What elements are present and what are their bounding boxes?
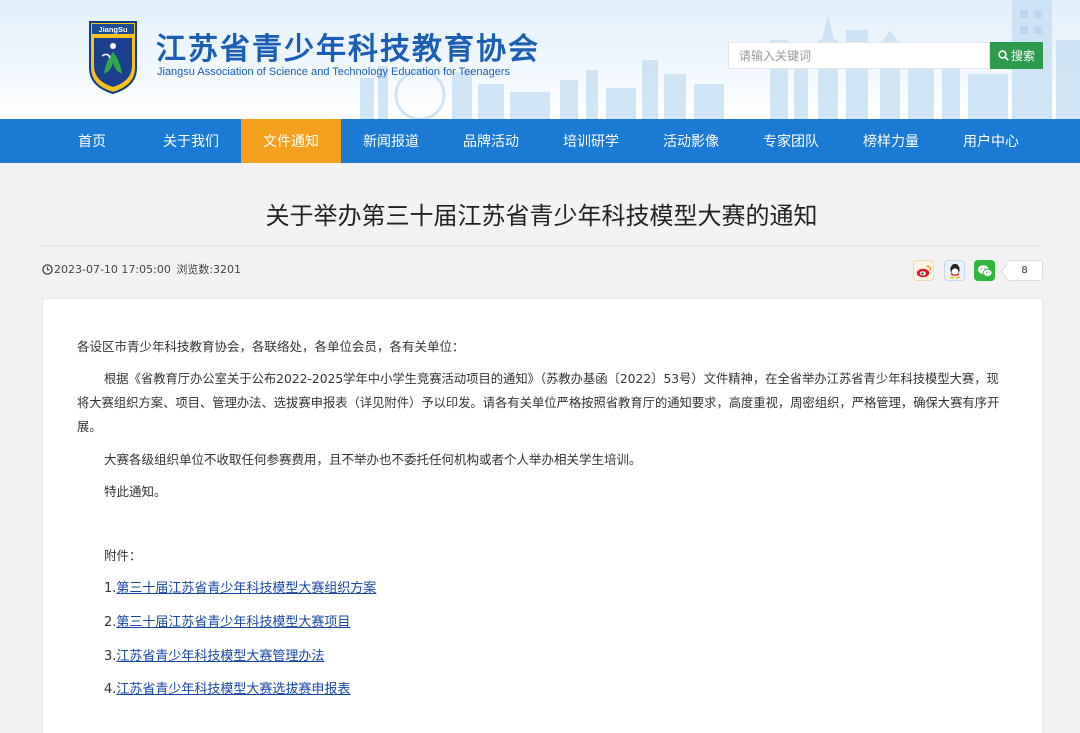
article-notice-paragraph: 大赛各级组织单位不收取任何参赛费用，且不举办也不委托任何机构或者个人举办相关学生…	[104, 452, 642, 467]
attachment-number: 2.	[104, 615, 117, 630]
nav-item-label: 榜样力量	[863, 134, 919, 150]
article-meta: 2023-07-10 17:05:00 浏览数:3201	[42, 261, 241, 277]
nav-item-about[interactable]: 关于我们	[141, 119, 241, 163]
nav-item-experts[interactable]: 专家团队	[741, 119, 841, 163]
publish-date: 2023-07-10 17:05:00	[54, 262, 171, 276]
attachment-item: 4.江苏省青少年科技模型大赛选拔赛申报表	[104, 678, 350, 702]
search-icon	[998, 50, 1009, 61]
title-divider	[40, 245, 1043, 246]
site-subtitle: Jiangsu Association of Science and Techn…	[157, 66, 511, 78]
attachment-link-application-form[interactable]: 江苏省青少年科技模型大赛选拔赛申报表	[116, 682, 350, 697]
attachment-link-competition-items[interactable]: 第三十届江苏省青少年科技模型大赛项目	[116, 615, 350, 630]
attachment-number: 4.	[104, 682, 117, 697]
nav-item-user-center[interactable]: 用户中心	[941, 119, 1041, 163]
nav-item-label: 活动影像	[663, 134, 719, 150]
nav-item-label: 文件通知	[263, 134, 319, 150]
site-title[interactable]: 江苏省青少年科技教育协会	[156, 24, 540, 68]
share-count: 8	[1006, 260, 1043, 281]
wechat-icon[interactable]	[974, 260, 995, 281]
nav-item-label: 新闻报道	[363, 134, 419, 150]
weibo-icon[interactable]	[913, 260, 934, 281]
nav-item-label: 品牌活动	[463, 134, 519, 150]
search-input[interactable]	[728, 42, 990, 69]
association-logo[interactable]: JiangSu	[88, 16, 138, 94]
attachment-item: 1.第三十届江苏省青少年科技模型大赛组织方案	[104, 577, 376, 601]
nav-item-role-models[interactable]: 榜样力量	[841, 119, 941, 163]
clock-icon	[42, 263, 53, 275]
nav-item-brand-activities[interactable]: 品牌活动	[441, 119, 541, 163]
view-count: 浏览数:3201	[176, 263, 242, 276]
attachment-item: 2.第三十届江苏省青少年科技模型大赛项目	[104, 611, 350, 635]
main-nav: 首页 关于我们 文件通知 新闻报道 品牌活动 培训研学 活动影像 专家团队 榜样…	[0, 119, 1080, 163]
nav-item-home[interactable]: 首页	[42, 119, 142, 163]
article-title: 关于举办第三十届江苏省青少年科技模型大赛的通知	[265, 202, 818, 230]
nav-item-label: 关于我们	[163, 134, 219, 150]
nav-item-news[interactable]: 新闻报道	[341, 119, 441, 163]
nav-item-notices[interactable]: 文件通知	[241, 119, 341, 163]
attachments-label: 附件：	[104, 548, 142, 563]
attachment-number: 1.	[104, 581, 117, 596]
attachment-link-management-rules[interactable]: 江苏省青少年科技模型大赛管理办法	[116, 649, 324, 664]
attachment-link-organization-plan[interactable]: 第三十届江苏省青少年科技模型大赛组织方案	[116, 581, 376, 596]
attachment-number: 3.	[104, 649, 117, 664]
header-banner: JiangSu 江苏省青少年科技教育协会 Jiangsu Association…	[0, 0, 1080, 119]
search-button-label: 搜索	[1010, 49, 1035, 63]
qq-icon[interactable]	[944, 260, 965, 281]
logo-text: JiangSu	[98, 25, 128, 34]
nav-item-label: 首页	[78, 134, 106, 150]
nav-item-label: 培训研学	[563, 134, 619, 150]
attachment-item: 3.江苏省青少年科技模型大赛管理办法	[104, 645, 324, 669]
article-closing: 特此通知。	[104, 484, 167, 499]
nav-item-label: 用户中心	[963, 134, 1019, 150]
article-body-paragraph: 根据《省教育厅办公室关于公布2022-2025学年中小学生竞赛活动项目的通知》（…	[77, 372, 1000, 434]
nav-item-training[interactable]: 培训研学	[541, 119, 641, 163]
nav-item-gallery[interactable]: 活动影像	[641, 119, 741, 163]
nav-item-label: 专家团队	[763, 134, 819, 150]
search-button[interactable]: 搜索	[990, 42, 1043, 69]
article-greeting: 各设区市青少年科技教育协会，各联络处，各单位会员，各有关单位：	[77, 339, 465, 354]
